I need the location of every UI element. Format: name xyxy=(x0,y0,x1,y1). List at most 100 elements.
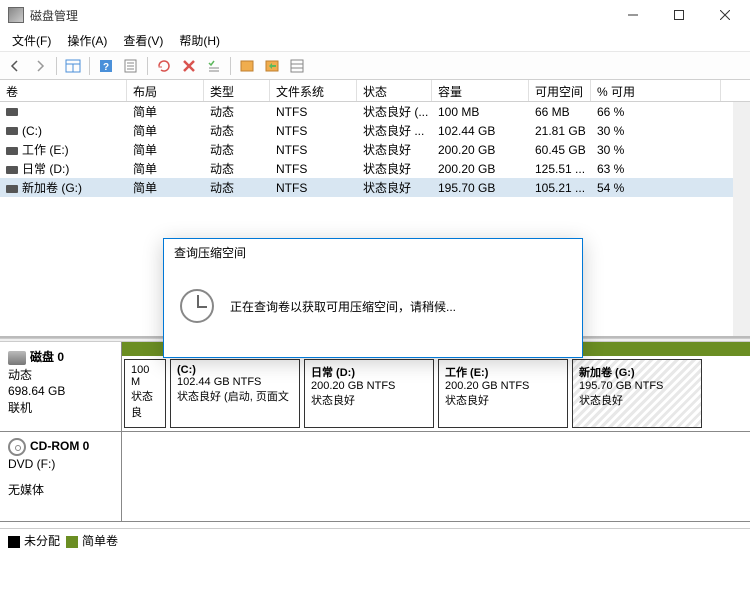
cell: 200.20 GB xyxy=(432,142,529,158)
maximize-button[interactable] xyxy=(656,0,702,30)
cell: 工作 (E:) xyxy=(0,140,127,159)
menubar: 文件(F) 操作(A) 查看(V) 帮助(H) xyxy=(0,30,750,52)
cell: 21.81 GB xyxy=(529,123,591,139)
volume-icon xyxy=(6,166,18,174)
cell xyxy=(0,104,127,120)
column-header[interactable]: 布局 xyxy=(127,80,204,101)
checklist-icon[interactable] xyxy=(203,55,225,77)
disk-size: 698.64 GB xyxy=(8,384,113,398)
column-header[interactable]: 文件系统 xyxy=(270,80,357,101)
volume-row[interactable]: 新加卷 (G:)简单动态NTFS状态良好195.70 GB105.21 ...5… xyxy=(0,178,750,197)
scrollbar[interactable] xyxy=(733,102,750,336)
volume-row[interactable]: 简单动态NTFS状态良好 (...100 MB66 MB66 % xyxy=(0,102,750,121)
menu-help[interactable]: 帮助(H) xyxy=(171,30,228,51)
action-icon[interactable] xyxy=(261,55,283,77)
properties-icon[interactable] xyxy=(120,55,142,77)
partition-label: 新加卷 (G:) xyxy=(579,364,695,380)
partition-size: 200.20 GB NTFS xyxy=(445,380,561,392)
legend-swatch-unallocated xyxy=(8,536,20,548)
cell: 状态良好 xyxy=(357,140,432,159)
partition-size: 100 M xyxy=(131,364,159,388)
partition[interactable]: 日常 (D:)200.20 GB NTFS状态良好 xyxy=(304,359,434,428)
cell: 状态良好 xyxy=(357,159,432,178)
cell: 动态 xyxy=(204,102,270,121)
view-split-button[interactable] xyxy=(62,55,84,77)
forward-button[interactable] xyxy=(29,55,51,77)
cell: 102.44 GB xyxy=(432,123,529,139)
toolbar: ? xyxy=(0,52,750,80)
volume-row[interactable]: 日常 (D:)简单动态NTFS状态良好200.20 GB125.51 ...63… xyxy=(0,159,750,178)
cdrom-info[interactable]: CD-ROM 0 DVD (F:) 无媒体 xyxy=(0,432,122,521)
partition-status: 状态良好 xyxy=(445,392,561,408)
cell: 简单 xyxy=(127,140,204,159)
window-title: 磁盘管理 xyxy=(30,7,610,24)
delete-icon[interactable] xyxy=(178,55,200,77)
volume-icon xyxy=(6,127,18,135)
menu-file[interactable]: 文件(F) xyxy=(4,30,59,51)
cell: 动态 xyxy=(204,121,270,140)
cell: NTFS xyxy=(270,161,357,177)
column-header[interactable]: % 可用 xyxy=(591,80,721,101)
cell: 简单 xyxy=(127,178,204,197)
cdrom-status: 无媒体 xyxy=(8,481,113,498)
partition-status: 状态良好 (启动, 页面文 xyxy=(177,388,293,404)
disk-icon xyxy=(8,351,26,365)
partition-label: 日常 (D:) xyxy=(311,364,427,380)
disk-pane: 磁盘 0 动态 698.64 GB 联机 100 M状态良(C:)102.44 … xyxy=(0,342,750,528)
cell: 60.45 GB xyxy=(529,142,591,158)
settings-icon[interactable] xyxy=(236,55,258,77)
volume-icon xyxy=(6,185,18,193)
column-header[interactable]: 容量 xyxy=(432,80,529,101)
column-header[interactable]: 类型 xyxy=(204,80,270,101)
partition[interactable]: 工作 (E:)200.20 GB NTFS状态良好 xyxy=(438,359,568,428)
cell: 新加卷 (G:) xyxy=(0,178,127,197)
cell: 动态 xyxy=(204,140,270,159)
column-header[interactable]: 状态 xyxy=(357,80,432,101)
cell: 63 % xyxy=(591,161,721,177)
disk-info[interactable]: 磁盘 0 动态 698.64 GB 联机 xyxy=(0,342,122,431)
cell: 状态良好 (... xyxy=(357,102,432,121)
cell: 100 MB xyxy=(432,104,529,120)
back-button[interactable] xyxy=(4,55,26,77)
cell: (C:) xyxy=(0,123,127,139)
column-header[interactable]: 可用空间 xyxy=(529,80,591,101)
list-icon[interactable] xyxy=(286,55,308,77)
partition-size: 200.20 GB NTFS xyxy=(311,380,427,392)
legend: 未分配 简单卷 xyxy=(0,528,750,552)
clock-icon xyxy=(180,289,214,323)
cell: 125.51 ... xyxy=(529,161,591,177)
close-button[interactable] xyxy=(702,0,748,30)
cell: 动态 xyxy=(204,159,270,178)
volume-row[interactable]: (C:)简单动态NTFS状态良好 ...102.44 GB21.81 GB30 … xyxy=(0,121,750,140)
menu-view[interactable]: 查看(V) xyxy=(115,30,171,51)
minimize-button[interactable] xyxy=(610,0,656,30)
partition[interactable]: 新加卷 (G:)195.70 GB NTFS状态良好 xyxy=(572,359,702,428)
svg-text:?: ? xyxy=(103,62,109,73)
dialog-title: 查询压缩空间 xyxy=(164,239,582,267)
cell: 105.21 ... xyxy=(529,180,591,196)
cell: 日常 (D:) xyxy=(0,159,127,178)
help-icon[interactable]: ? xyxy=(95,55,117,77)
cell: 状态良好 ... xyxy=(357,121,432,140)
refresh-icon[interactable] xyxy=(153,55,175,77)
volume-icon xyxy=(6,147,18,155)
cell: 简单 xyxy=(127,102,204,121)
cell: 66 % xyxy=(591,104,721,120)
titlebar: 磁盘管理 xyxy=(0,0,750,30)
menu-action[interactable]: 操作(A) xyxy=(59,30,115,51)
volume-row[interactable]: 工作 (E:)简单动态NTFS状态良好200.20 GB60.45 GB30 % xyxy=(0,140,750,159)
column-header[interactable]: 卷 xyxy=(0,80,127,101)
dialog-text: 正在查询卷以获取可用压缩空间，请稍候... xyxy=(230,298,456,315)
volume-list-header: 卷布局类型文件系统状态容量可用空间% 可用 xyxy=(0,80,750,102)
partition[interactable]: (C:)102.44 GB NTFS状态良好 (启动, 页面文 xyxy=(170,359,300,428)
cell: NTFS xyxy=(270,104,357,120)
legend-unallocated: 未分配 xyxy=(24,534,60,548)
partition[interactable]: 100 M状态良 xyxy=(124,359,166,428)
cell: 66 MB xyxy=(529,104,591,120)
app-icon xyxy=(8,7,24,23)
shrink-query-dialog: 查询压缩空间 正在查询卷以获取可用压缩空间，请稍候... xyxy=(163,238,583,358)
cell: 动态 xyxy=(204,178,270,197)
partition-label: 工作 (E:) xyxy=(445,364,561,380)
disk-name: 磁盘 0 xyxy=(30,350,64,364)
cell: 195.70 GB xyxy=(432,180,529,196)
